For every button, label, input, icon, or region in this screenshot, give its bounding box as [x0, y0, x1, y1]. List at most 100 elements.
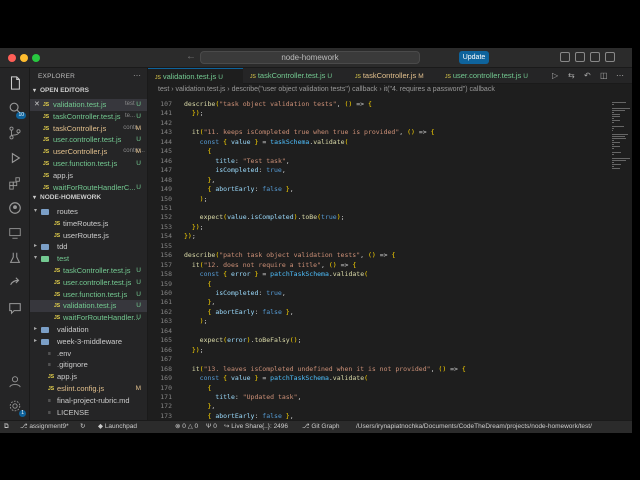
remote-explorer-icon[interactable]	[7, 225, 23, 241]
js-file-icon: JS	[43, 149, 50, 156]
open-editor-item[interactable]: JS taskController.js contr... M	[30, 123, 147, 135]
git-graph-button[interactable]: ⎇ Git Graph	[302, 421, 340, 433]
ports-count: 0	[213, 423, 217, 430]
open-editor-item[interactable]: JS userController.js contro... M	[30, 146, 147, 158]
tree-file[interactable]: ≡ .gitignore	[30, 359, 147, 371]
problems-indicator[interactable]: ⊗ 0 △ 0	[175, 421, 198, 433]
open-editor-item[interactable]: JS app.js	[30, 170, 147, 182]
tree-file[interactable]: JS waitForRouteHandler... U	[30, 312, 147, 324]
update-button[interactable]: Update	[459, 51, 489, 64]
minimap-line	[612, 154, 614, 155]
branch-indicator[interactable]: ⎇ assignment9*	[20, 421, 69, 433]
vscode-window: ← → node-homework Update 101 EXPLORER ⋯ …	[0, 48, 632, 433]
breadcrumb-item[interactable]: describe("user object validation tests")…	[232, 86, 378, 93]
minimap-line	[612, 152, 621, 153]
toggle-sidebar-icon[interactable]	[560, 52, 570, 62]
tree-file[interactable]: JS eslint.config.js M	[30, 383, 147, 395]
tree-folder[interactable]: ▸ validation	[30, 324, 147, 336]
go-back-icon[interactable]: ↶	[584, 71, 591, 80]
testing-icon[interactable]	[7, 250, 23, 266]
tree-file[interactable]: ≡ final-project-rubric.md	[30, 395, 147, 407]
toggle-panel-icon[interactable]	[575, 52, 585, 62]
compare-changes-icon[interactable]: ⇆	[568, 71, 575, 80]
minimap-line	[612, 104, 614, 105]
github-icon[interactable]	[7, 200, 23, 216]
minimap[interactable]	[608, 98, 632, 420]
tree-folder[interactable]: ▾ test	[30, 253, 147, 265]
selection-indicator[interactable]: {..}: 2496	[262, 421, 288, 433]
run-debug-icon[interactable]	[7, 150, 23, 166]
close-icon[interactable]: ✕	[34, 99, 40, 111]
breadcrumb-item[interactable]: validation.test.js	[176, 86, 226, 93]
tree-file[interactable]: JS taskController.test.js U	[30, 265, 147, 277]
open-editor-item[interactable]: JS user.controller.test.js U	[30, 134, 147, 146]
tree-folder[interactable]: ▾ routes	[30, 206, 147, 218]
code-line: });	[184, 232, 196, 241]
more-actions-icon[interactable]: ⋯	[133, 71, 141, 80]
ports-indicator[interactable]: Ψ 0	[206, 421, 217, 433]
open-editor-item[interactable]: ✕ JS validation.test.js test U	[30, 99, 147, 111]
source-control-icon[interactable]	[7, 125, 23, 141]
tree-file[interactable]: ≡ LICENSE	[30, 407, 147, 419]
minimap-line	[612, 146, 621, 147]
tree-file[interactable]: ≡ .env	[30, 348, 147, 360]
live-share-icon[interactable]	[7, 275, 23, 291]
editor-tab[interactable]: JS validation.test.js U	[148, 68, 243, 84]
file-icon: ≡	[48, 362, 51, 369]
tree-file[interactable]: JS user.controller.test.js U	[30, 277, 147, 289]
more-actions-icon[interactable]: ⋯	[616, 71, 624, 80]
tab-status: M	[418, 73, 424, 80]
editor-tab[interactable]: JS taskController.js M	[348, 68, 438, 84]
code-line: });	[191, 345, 204, 354]
tree-file[interactable]: JS validation.test.js U	[30, 300, 147, 313]
tree-file[interactable]: JS userRoutes.js	[30, 230, 147, 242]
minimap-line	[612, 158, 630, 159]
js-file-icon: JS	[43, 125, 50, 132]
tree-folder[interactable]: ▸ week-3-middleware	[30, 336, 147, 348]
files-icon[interactable]	[7, 75, 23, 91]
search-icon[interactable]: 10	[7, 100, 26, 119]
live-share-icon: ↪	[224, 423, 230, 430]
editor-tab[interactable]: JS user.controller.test.js U	[438, 68, 538, 84]
customize-layout-icon[interactable]	[605, 52, 615, 62]
sync-icon[interactable]: ↻	[80, 421, 85, 433]
code-line: {	[207, 279, 212, 288]
command-center-search[interactable]: node-homework	[200, 51, 420, 64]
live-share-button[interactable]: ↪ Live Share	[224, 421, 262, 433]
tree-item-label: user.function.test.js	[63, 289, 128, 299]
open-editor-item[interactable]: JS waitForRouteHandlerC... U	[30, 182, 147, 194]
editor-tab[interactable]: JS taskController.test.js U	[243, 68, 348, 84]
js-file-icon: JS	[250, 74, 256, 80]
toggle-secondary-sidebar-icon[interactable]	[590, 52, 600, 62]
account-icon[interactable]	[7, 373, 23, 389]
minimize-window-button[interactable]	[20, 54, 28, 62]
minimap-line	[612, 148, 614, 149]
code-editor[interactable]: 107 describe("task object validation test…	[148, 98, 608, 420]
arrow-left-icon[interactable]: ←	[186, 51, 196, 62]
tree-folder[interactable]: ▸ tdd	[30, 241, 147, 253]
tree-file[interactable]: JS timeRoutes.js	[30, 218, 147, 230]
close-window-button[interactable]	[8, 54, 16, 62]
open-editor-item[interactable]: JS taskController.test.js te... U	[30, 111, 147, 123]
remote-icon[interactable]: ⧉	[4, 421, 9, 433]
settings-gear-icon[interactable]: 1	[7, 398, 26, 417]
tree-file[interactable]: JS app.js	[30, 371, 147, 383]
zoom-window-button[interactable]	[32, 54, 40, 62]
file-name: taskController.js	[53, 123, 107, 133]
breadcrumb-item[interactable]: test	[158, 86, 169, 93]
extensions-icon[interactable]	[7, 175, 23, 191]
open-editor-item[interactable]: JS user.function.test.js U	[30, 158, 147, 170]
minimap-line	[612, 166, 615, 167]
launchpad-button[interactable]: ◆ Launchpad	[98, 421, 137, 433]
chat-icon[interactable]	[7, 300, 23, 316]
code-line: it("11. keeps isCompleted true when true…	[191, 128, 435, 137]
js-file-icon: JS	[43, 113, 50, 120]
title-bar: ← → node-homework Update	[0, 48, 632, 68]
breadcrumb-item[interactable]: it("4. requires a password") callback	[384, 86, 495, 93]
tree-file[interactable]: JS user.function.test.js U	[30, 289, 147, 301]
git-status: U	[136, 160, 141, 167]
minimap-line	[612, 120, 621, 121]
run-tests-icon[interactable]: ▷	[552, 71, 558, 80]
code-line: title: "Updated task",	[215, 392, 302, 401]
split-editor-icon[interactable]: ◫	[600, 71, 608, 80]
